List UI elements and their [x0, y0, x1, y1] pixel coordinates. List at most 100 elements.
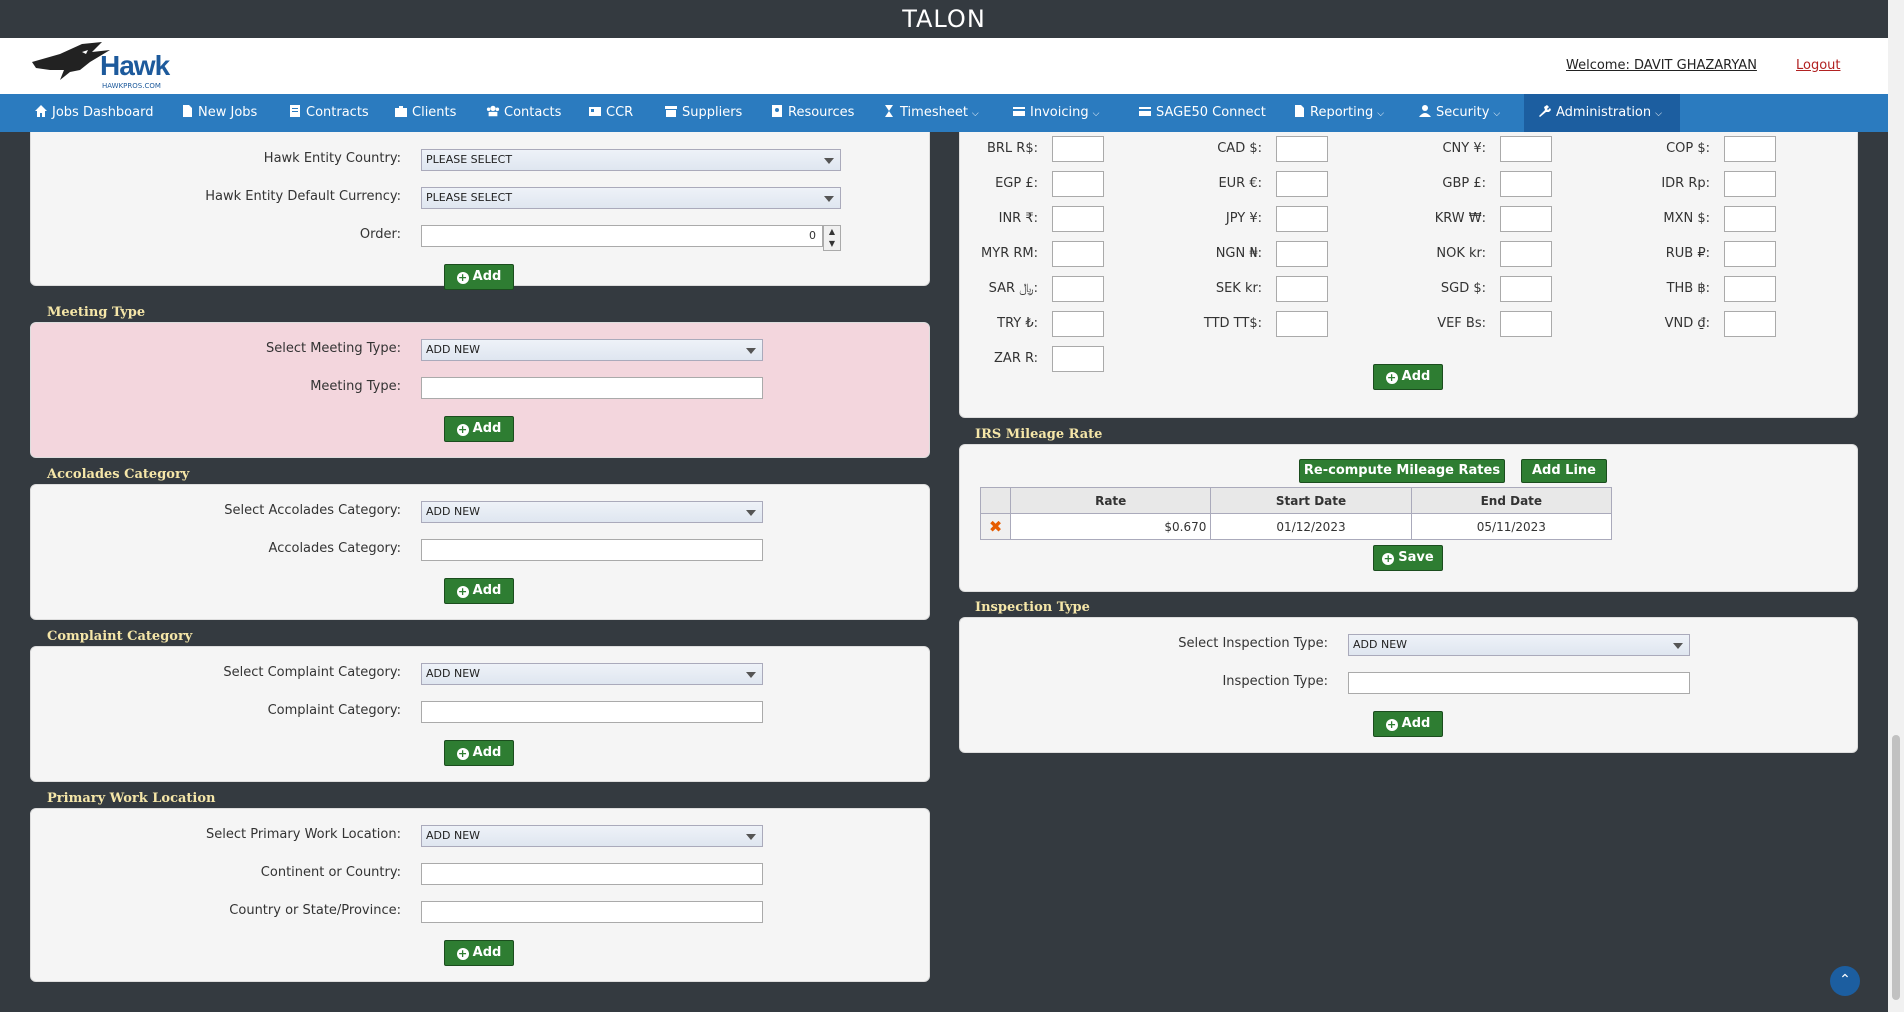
- chevron-down-icon: ⌵: [1377, 109, 1385, 119]
- nav-contacts[interactable]: Contacts: [486, 94, 561, 132]
- hawk-entity-add-button[interactable]: + Add: [444, 264, 514, 290]
- rate-cell[interactable]: $0.670: [1010, 513, 1212, 540]
- hawk-logo[interactable]: Hawk HAWKPROS.COM: [30, 40, 180, 90]
- order-stepper[interactable]: ▲ ▼: [823, 225, 841, 251]
- currency-rate-input[interactable]: [1500, 206, 1552, 232]
- nav-sage50-connect[interactable]: SAGE50 Connect: [1138, 94, 1266, 132]
- accolades-input[interactable]: [421, 539, 763, 561]
- plus-circle-icon: +: [1382, 552, 1395, 565]
- complaint-panel: Select Complaint Category: ADD NEW Compl…: [30, 646, 930, 782]
- accolades-label: Accolades Category:: [268, 541, 401, 556]
- button-label: Add: [472, 421, 502, 436]
- nav-new-jobs[interactable]: New Jobs: [180, 94, 257, 132]
- select-value: ADD NEW: [426, 505, 481, 518]
- state-input[interactable]: [421, 901, 763, 923]
- primary-location-select[interactable]: ADD NEW: [421, 825, 763, 847]
- meeting-type-select[interactable]: ADD NEW: [421, 339, 763, 361]
- briefcase-icon: [395, 106, 407, 117]
- currency-label: ZAR R:: [994, 351, 1038, 366]
- currency-rate-input[interactable]: [1276, 206, 1328, 232]
- currency-rate-input[interactable]: [1052, 171, 1104, 197]
- complaint-add-button[interactable]: + Add: [444, 740, 514, 766]
- nav-contracts[interactable]: Contracts: [288, 94, 369, 132]
- order-input[interactable]: 0: [421, 225, 823, 247]
- currency-rate-input[interactable]: [1724, 276, 1776, 302]
- currency-rate-input[interactable]: [1500, 276, 1552, 302]
- inspection-type-input[interactable]: [1348, 672, 1690, 694]
- nav-suppliers[interactable]: Suppliers: [664, 94, 742, 132]
- scrollbar-thumb[interactable]: [1892, 735, 1900, 1000]
- nav-clients[interactable]: Clients: [394, 94, 456, 132]
- currency-rate-input[interactable]: [1276, 136, 1328, 162]
- currency-rate-input[interactable]: [1052, 346, 1104, 372]
- dropdown-arrow-icon: [1673, 643, 1683, 649]
- currency-rate-input[interactable]: [1724, 136, 1776, 162]
- delete-row-icon[interactable]: ✖: [979, 513, 1012, 540]
- plus-circle-icon: +: [456, 747, 469, 760]
- inspection-type-select[interactable]: ADD NEW: [1348, 634, 1690, 656]
- complaint-select[interactable]: ADD NEW: [421, 663, 763, 685]
- currency-rate-input[interactable]: [1276, 311, 1328, 337]
- currency-label: MXN $:: [1663, 211, 1710, 226]
- currency-label: RUB ₽:: [1665, 246, 1710, 261]
- hawk-entity-country-select[interactable]: PLEASE SELECT: [421, 149, 841, 171]
- accolades-add-button[interactable]: + Add: [444, 578, 514, 604]
- nav-reporting[interactable]: Reporting ⌵: [1292, 94, 1384, 132]
- currency-rate-input[interactable]: [1500, 171, 1552, 197]
- currency-rate-input[interactable]: [1276, 241, 1328, 267]
- nav-resources[interactable]: Resources: [770, 94, 854, 132]
- add-line-button[interactable]: Add Line: [1521, 459, 1607, 483]
- currency-rate-input[interactable]: [1052, 311, 1104, 337]
- mileage-save-button[interactable]: + Save: [1373, 545, 1443, 571]
- currency-add-button[interactable]: + Add: [1373, 364, 1443, 390]
- hawk-entity-currency-select[interactable]: PLEASE SELECT: [421, 187, 841, 209]
- currency-rate-input[interactable]: [1500, 311, 1552, 337]
- select-value: ADD NEW: [426, 667, 481, 680]
- nav-label: Jobs Dashboard: [52, 105, 154, 120]
- nav-invoicing[interactable]: Invoicing ⌵: [1012, 94, 1099, 132]
- inspection-type-label: Inspection Type:: [1222, 674, 1328, 689]
- currency-label: INR ₹:: [998, 211, 1038, 226]
- page-scrollbar[interactable]: [1888, 0, 1904, 1012]
- currency-rate-input[interactable]: [1052, 241, 1104, 267]
- logout-link[interactable]: Logout: [1796, 58, 1841, 73]
- select-primary-location-label: Select Primary Work Location:: [205, 827, 401, 842]
- currency-rate-input[interactable]: [1724, 206, 1776, 232]
- meeting-type-input[interactable]: [421, 377, 763, 399]
- nav-administration[interactable]: Administration ⌵: [1524, 94, 1680, 132]
- chevron-down-icon: ⌵: [1493, 109, 1501, 119]
- currency-label: SGD $:: [1440, 281, 1486, 296]
- scroll-to-top-button[interactable]: ⌃: [1830, 966, 1860, 996]
- currency-rate-input[interactable]: [1724, 311, 1776, 337]
- nav-label: SAGE50 Connect: [1156, 105, 1266, 120]
- welcome-user[interactable]: Welcome: DAVIT GHAZARYAN: [1566, 58, 1757, 73]
- currency-rate-input[interactable]: [1052, 206, 1104, 232]
- currency-rate-input[interactable]: [1052, 276, 1104, 302]
- primary-location-title: Primary Work Location: [47, 791, 216, 806]
- complaint-input[interactable]: [421, 701, 763, 723]
- primary-location-add-button[interactable]: + Add: [444, 940, 514, 966]
- currency-rate-input[interactable]: [1276, 276, 1328, 302]
- inspection-type-add-button[interactable]: + Add: [1373, 711, 1443, 737]
- inspection-type-panel: Select Inspection Type: ADD NEW Inspecti…: [959, 617, 1858, 753]
- currency-rate-input[interactable]: [1724, 171, 1776, 197]
- nav-ccr[interactable]: CCR: [588, 94, 633, 132]
- currency-rate-input[interactable]: [1500, 241, 1552, 267]
- currency-rate-input[interactable]: [1724, 241, 1776, 267]
- main-nav: Jobs Dashboard New Jobs Contracts Client…: [0, 94, 1888, 132]
- meeting-type-add-button[interactable]: + Add: [444, 416, 514, 442]
- hourglass-icon: [885, 105, 893, 117]
- end-date-cell[interactable]: 05/11/2023: [1410, 513, 1613, 540]
- nav-timesheet[interactable]: Timesheet ⌵: [882, 94, 979, 132]
- accolades-select[interactable]: ADD NEW: [421, 501, 763, 523]
- nav-security[interactable]: Security ⌵: [1418, 94, 1500, 132]
- continent-input[interactable]: [421, 863, 763, 885]
- start-date-cell[interactable]: 01/12/2023: [1210, 513, 1412, 540]
- currency-rate-input[interactable]: [1500, 136, 1552, 162]
- recompute-mileage-button[interactable]: Re-compute Mileage Rates: [1299, 459, 1505, 483]
- currency-rate-input[interactable]: [1276, 171, 1328, 197]
- hawk-entity-country-label: Hawk Entity Country:: [263, 151, 401, 166]
- currency-label: THB ฿:: [1666, 281, 1710, 296]
- currency-rate-input[interactable]: [1052, 136, 1104, 162]
- nav-jobs-dashboard[interactable]: Jobs Dashboard: [34, 94, 153, 132]
